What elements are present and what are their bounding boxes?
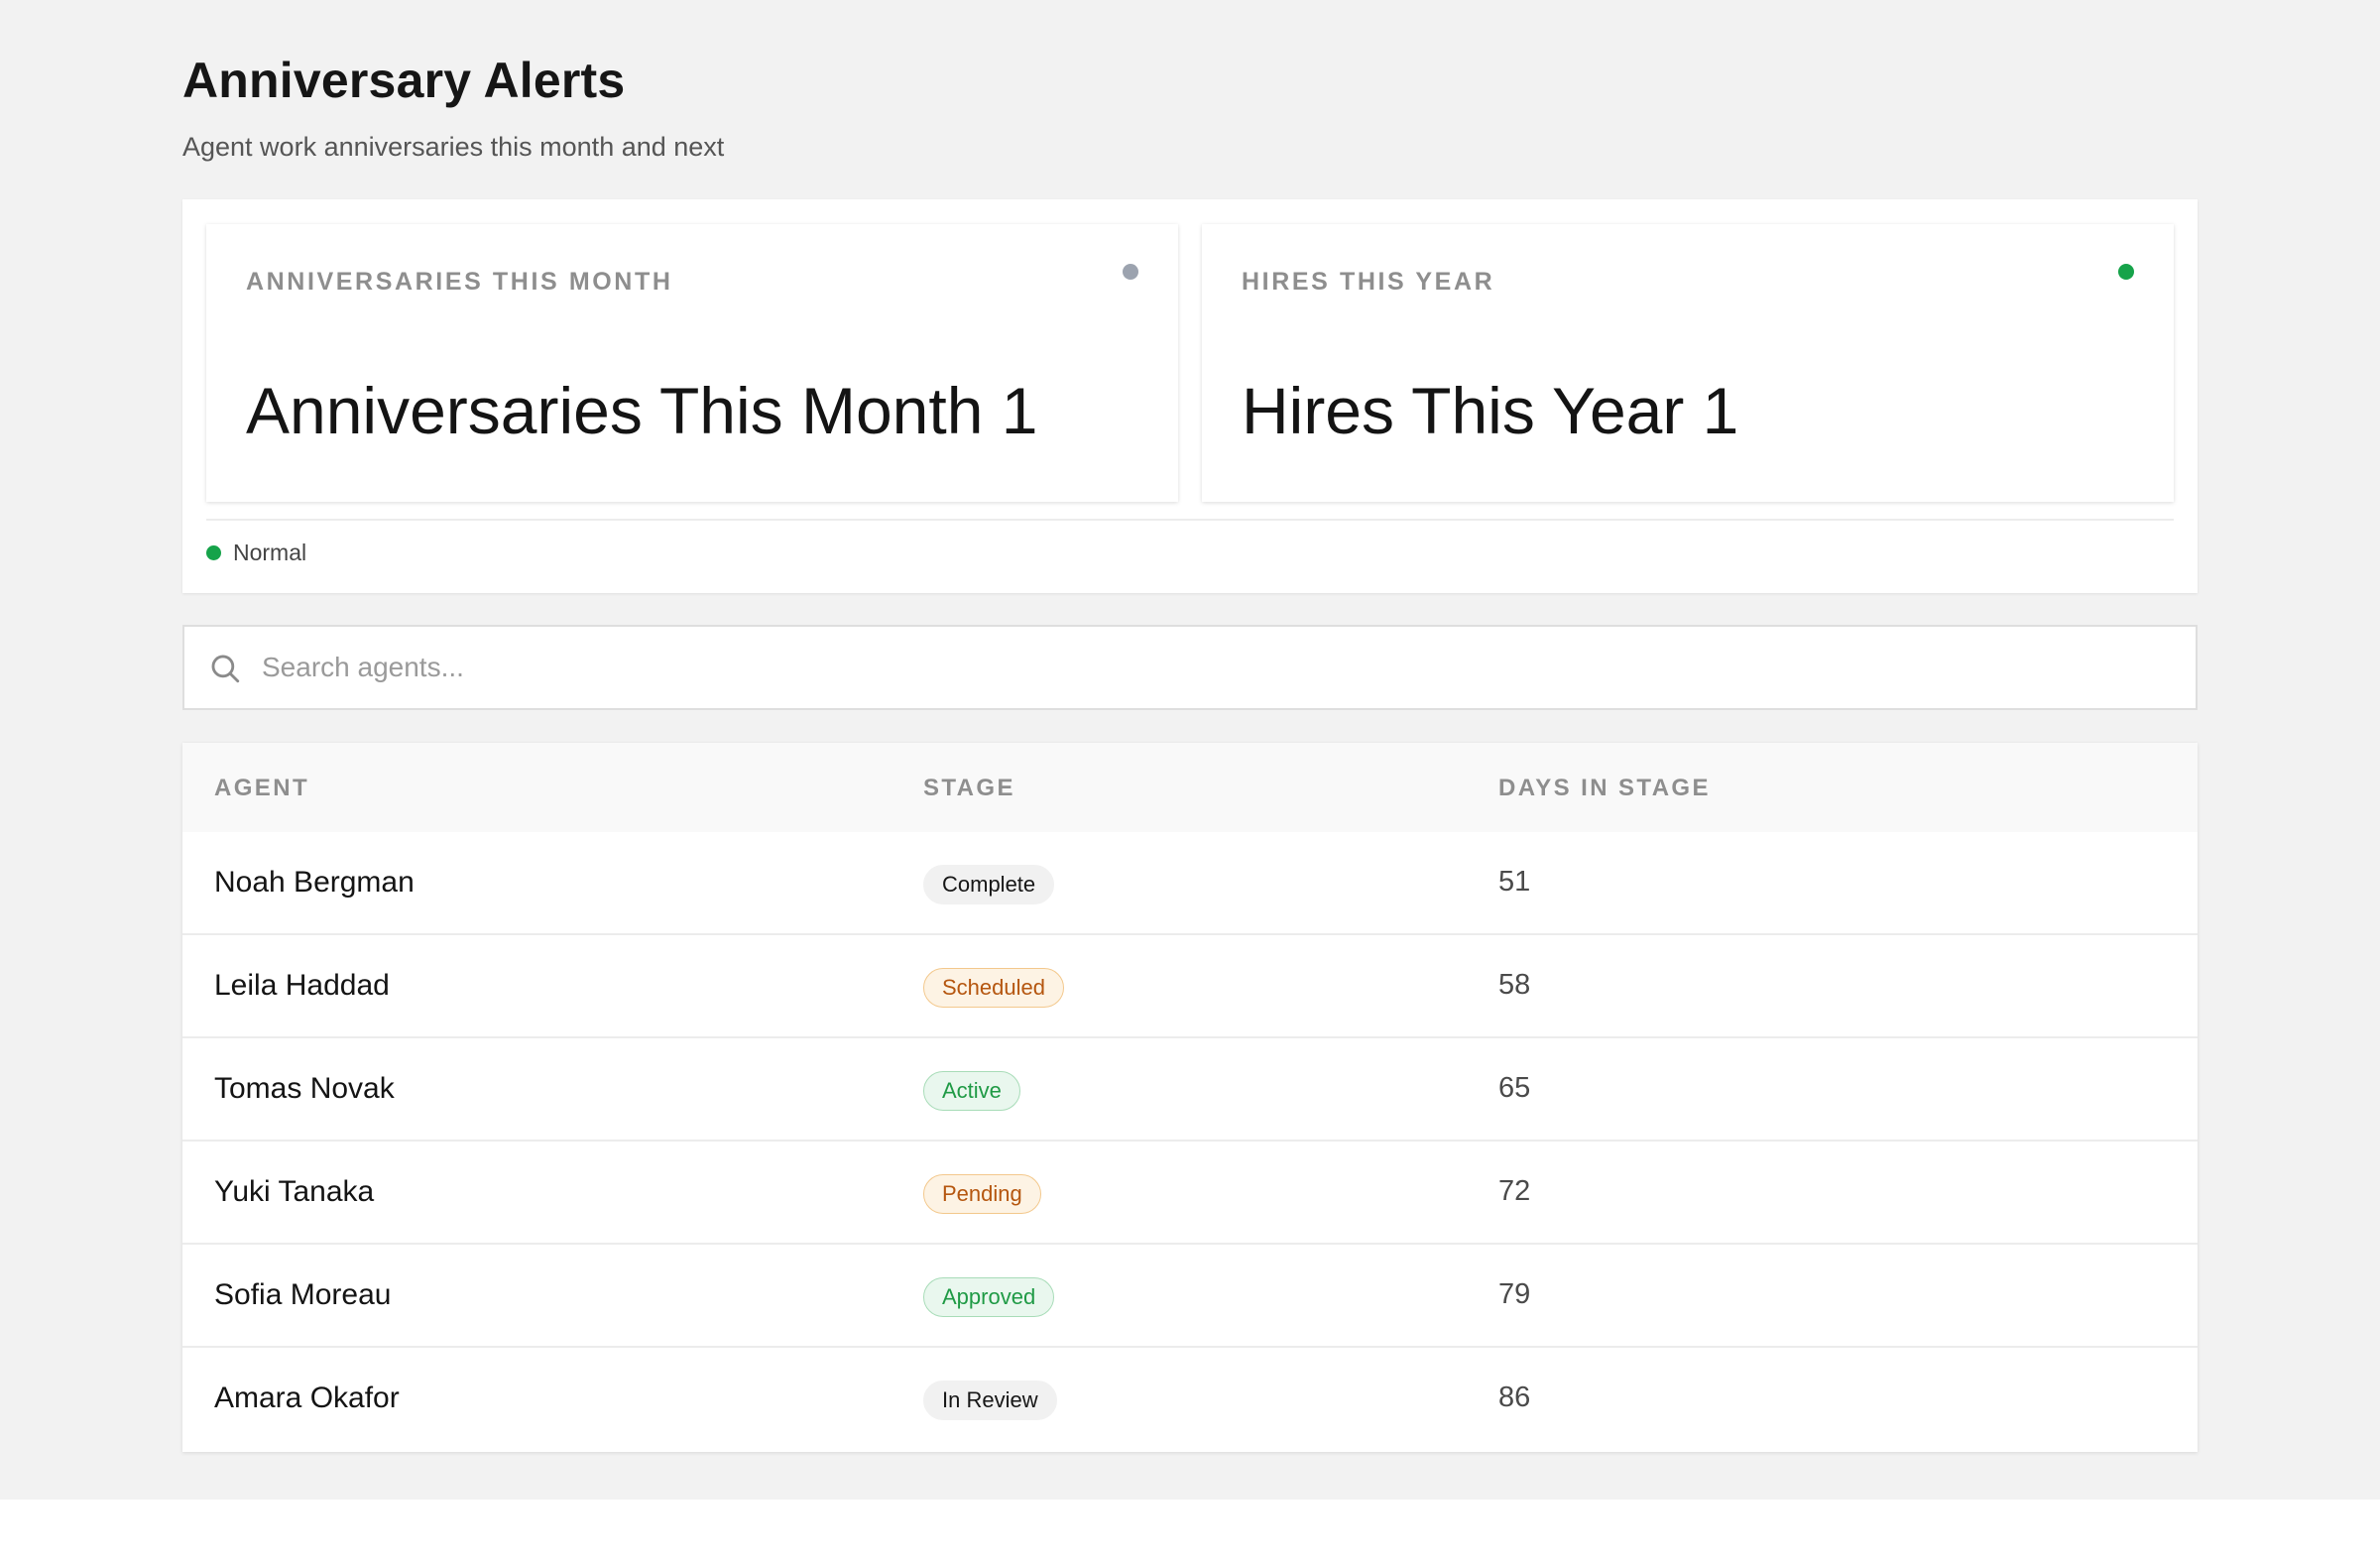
agent-name: Leila Haddad [214, 969, 390, 1002]
days-in-stage: 86 [1498, 1382, 1531, 1413]
kpi-label: Hires This Year [1242, 268, 1495, 296]
table-row[interactable]: Leila Haddad Scheduled 58 [182, 935, 2198, 1038]
days-in-stage: 51 [1498, 866, 1531, 898]
table-row[interactable]: Sofia Moreau Approved 79 [182, 1245, 2198, 1348]
status-dot-icon [206, 545, 221, 560]
stage-badge: In Review [923, 1381, 1057, 1420]
agents-table: Agent Stage Days in Stage Noah Bergman C… [182, 743, 2198, 1452]
stage-badge: Approved [923, 1277, 1055, 1317]
kpi-label: Anniversaries This Month [246, 268, 673, 296]
kpi-value: Hires This Year 1 [1242, 374, 1739, 447]
table-row[interactable]: Amara Okafor In Review 86 [182, 1348, 2198, 1451]
kpi-card-anniversaries: Anniversaries This Month Anniversaries T… [206, 224, 1178, 502]
stage-badge: Complete [923, 865, 1055, 904]
search-input[interactable] [262, 629, 2176, 706]
stage-badge: Scheduled [923, 968, 1064, 1008]
days-in-stage: 72 [1498, 1175, 1531, 1207]
page-title: Anniversary Alerts [182, 53, 626, 108]
days-in-stage: 65 [1498, 1072, 1531, 1104]
table-header: Agent Stage Days in Stage [182, 743, 2198, 832]
days-in-stage: 58 [1498, 969, 1531, 1001]
column-header-days-in-stage[interactable]: Days in Stage [1498, 775, 1711, 802]
page-subtitle: Agent work anniversaries this month and … [182, 132, 725, 162]
column-header-agent[interactable]: Agent [214, 775, 309, 802]
status-text: Normal [233, 540, 307, 565]
agent-name: Noah Bergman [214, 866, 415, 899]
page-background: Anniversary Alerts Agent work anniversar… [0, 0, 2380, 1500]
stage-badge: Active [923, 1071, 1020, 1111]
agent-name: Yuki Tanaka [214, 1175, 375, 1208]
agent-name: Tomas Novak [214, 1072, 395, 1105]
status-dot-icon [2118, 264, 2134, 280]
kpi-value: Anniversaries This Month 1 [246, 374, 1038, 447]
table-row[interactable]: Yuki Tanaka Pending 72 [182, 1142, 2198, 1245]
status-dot-icon [1123, 264, 1138, 280]
table-row[interactable]: Tomas Novak Active 65 [182, 1038, 2198, 1142]
column-header-stage[interactable]: Stage [923, 775, 1015, 802]
agent-name: Sofia Moreau [214, 1278, 392, 1311]
search-bar[interactable] [182, 625, 2198, 710]
kpi-card-hires: Hires This Year Hires This Year 1 [1202, 224, 2174, 502]
search-icon [211, 655, 240, 683]
days-in-stage: 79 [1498, 1278, 1531, 1310]
agent-name: Amara Okafor [214, 1382, 400, 1414]
stage-badge: Pending [923, 1174, 1041, 1214]
kpi-panel: Anniversaries This Month Anniversaries T… [182, 199, 2198, 593]
divider [206, 519, 2174, 521]
status-indicator: Normal [206, 540, 306, 566]
table-row[interactable]: Noah Bergman Complete 51 [182, 832, 2198, 935]
